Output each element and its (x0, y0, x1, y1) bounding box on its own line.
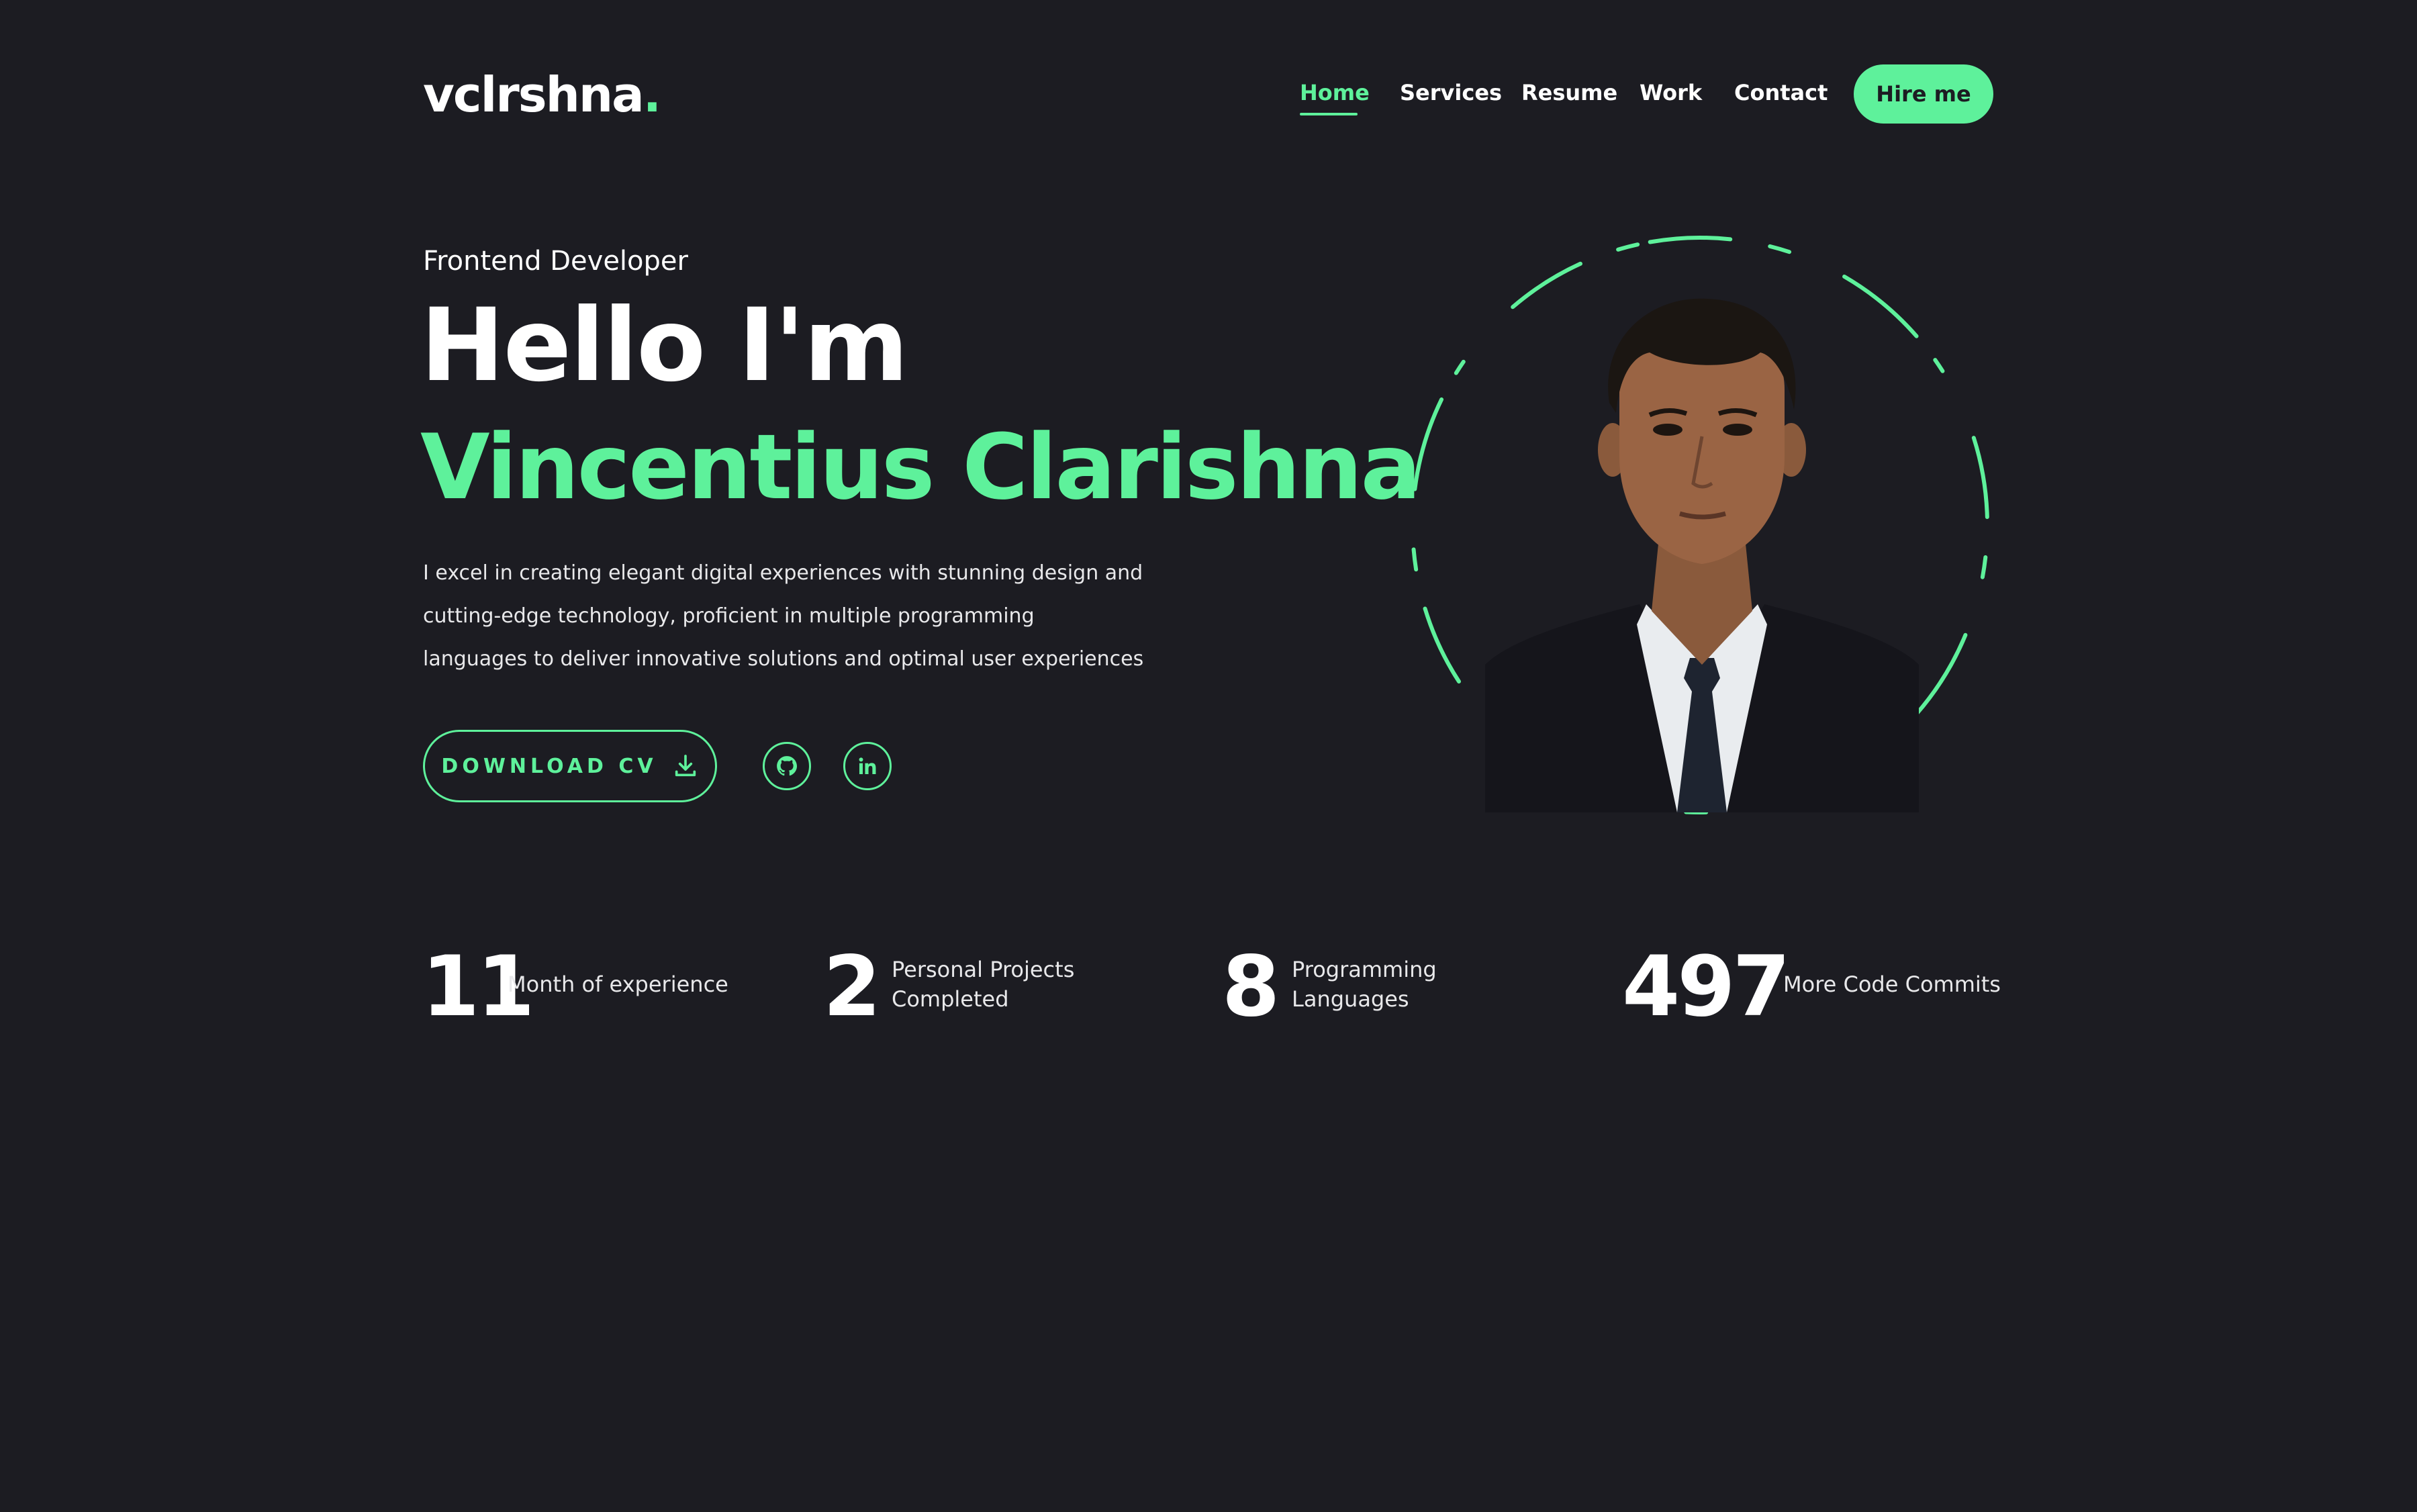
logo-dot: . (643, 66, 661, 123)
nav-services[interactable]: Services (1400, 79, 1502, 106)
logo[interactable]: vclrshna. (423, 64, 661, 125)
download-icon (675, 755, 696, 777)
nav-active-underline (1300, 113, 1358, 115)
nav-resume[interactable]: Resume (1521, 79, 1617, 106)
logo-text: vclrshna (423, 66, 645, 123)
hire-me-button[interactable]: Hire me (1854, 64, 1993, 124)
hero-description: I excel in creating elegant digital expe… (423, 552, 1162, 681)
stat-label-months: Month of experience (508, 972, 728, 997)
name-heading: Vincentius Clarishna (420, 415, 1421, 520)
page: vclrshna. Home Services Resume Work Cont… (0, 0, 2417, 1512)
github-link[interactable] (763, 742, 811, 790)
stat-label-projects-line1: Personal Projects (892, 957, 1075, 982)
stat-label-commits: More Code Commits (1783, 972, 2001, 997)
role-subtitle: Frontend Developer (423, 246, 688, 277)
stat-value-commits: 497 (1622, 939, 1791, 1035)
description-line: languages to deliver innovative solution… (423, 647, 1144, 671)
stat-value-languages: 8 (1222, 939, 1280, 1035)
download-cv-button[interactable]: DOWNLOAD CV (423, 730, 717, 802)
stat-label-projects-line2: Completed (892, 986, 1009, 1012)
stat-value-projects: 2 (823, 939, 881, 1035)
stat-label-languages-line2: Languages (1292, 986, 1409, 1012)
nav-home[interactable]: Home (1300, 79, 1370, 106)
nav-work[interactable]: Work (1640, 79, 1702, 106)
description-line: I excel in creating elegant digital expe… (423, 561, 1143, 585)
nav-contact[interactable]: Contact (1734, 79, 1828, 106)
description-line: cutting-edge technology, proficient in m… (423, 604, 1035, 628)
portrait-area (1410, 228, 1994, 819)
profile-photo (1485, 298, 1919, 812)
stat-label-languages-line1: Programming (1292, 957, 1437, 982)
github-icon (777, 756, 798, 776)
linkedin-link[interactable] (843, 742, 892, 790)
greeting-heading: Hello I'm (420, 287, 908, 404)
linkedin-icon (859, 757, 876, 775)
download-cv-label: DOWNLOAD CV (441, 754, 657, 778)
